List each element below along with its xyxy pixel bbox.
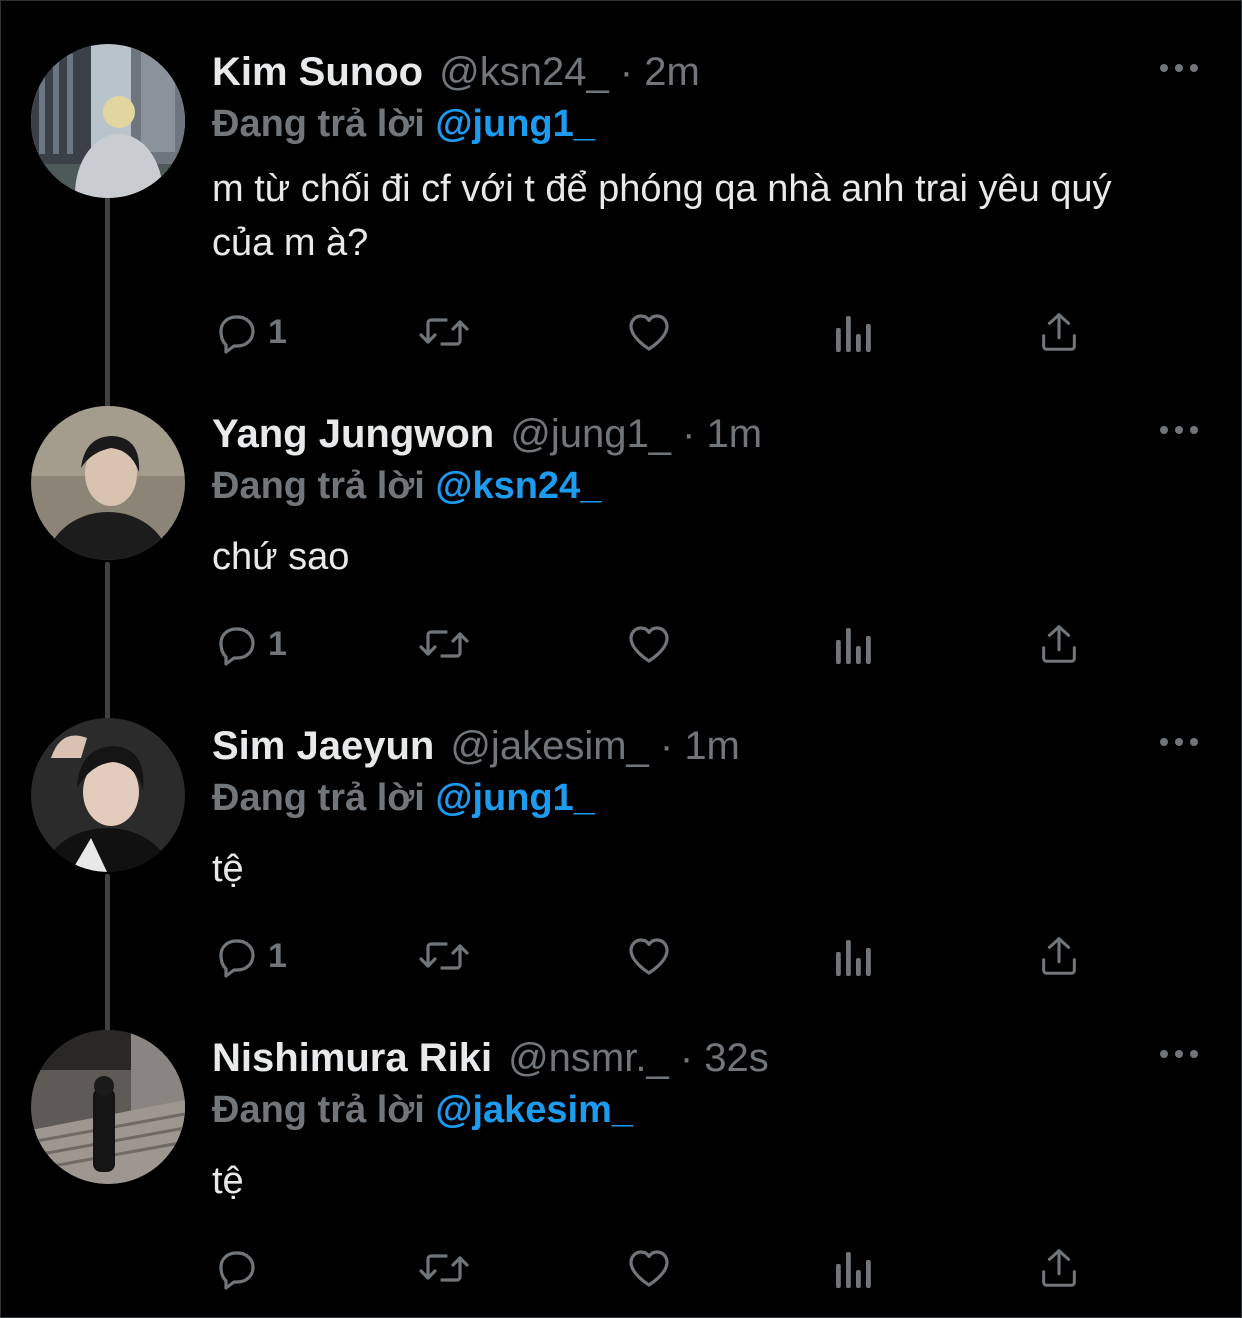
heart-icon xyxy=(624,308,674,356)
thread-line xyxy=(105,874,110,1034)
display-name[interactable]: Sim Jaeyun xyxy=(212,724,434,768)
tweet-header: Nishimura Riki @nsmr._ · 32s xyxy=(212,1034,769,1082)
tweet-text: tệ xyxy=(212,848,244,890)
retweet-icon xyxy=(416,1244,472,1292)
retweet-icon xyxy=(416,308,472,356)
thread-line xyxy=(105,562,110,722)
more-icon[interactable] xyxy=(1158,734,1200,750)
reply-prefix: Đang trả lời xyxy=(212,465,425,507)
mention-link[interactable]: @jakesim_ xyxy=(435,1089,633,1131)
tweet-actions xyxy=(212,1244,1092,1292)
display-name[interactable]: Nishimura Riki xyxy=(212,1036,492,1080)
tweet-actions: 1 xyxy=(212,620,1092,668)
reply-icon xyxy=(212,308,260,356)
share-icon xyxy=(1036,620,1082,668)
tweet-header: Sim Jaeyun @jakesim_ · 1m xyxy=(212,722,740,770)
share-button[interactable] xyxy=(1036,620,1082,668)
replying-to: Đang trả lời @jung1_ xyxy=(212,100,595,148)
retweet-button[interactable] xyxy=(416,932,472,980)
heart-icon xyxy=(624,620,674,668)
share-button[interactable] xyxy=(1036,932,1082,980)
reply-prefix: Đang trả lời xyxy=(212,103,425,145)
handle-and-time[interactable]: @jung1_ · 1m xyxy=(510,412,762,456)
share-button[interactable] xyxy=(1036,308,1082,356)
tweet-text: m từ chối đi cf với t để phóng qa nhà an… xyxy=(212,168,1112,264)
views-button[interactable] xyxy=(832,1244,876,1292)
mention-link[interactable]: @ksn24_ xyxy=(435,465,601,507)
avatar[interactable] xyxy=(31,44,185,198)
views-button[interactable] xyxy=(832,932,876,980)
reply-count: 1 xyxy=(268,312,287,351)
handle-and-time[interactable]: @nsmr._ · 32s xyxy=(508,1036,769,1080)
retweet-icon xyxy=(416,620,472,668)
reply-count: 1 xyxy=(268,936,287,975)
like-button[interactable] xyxy=(624,620,674,668)
like-button[interactable] xyxy=(624,308,674,356)
avatar[interactable] xyxy=(31,406,185,560)
more-icon[interactable] xyxy=(1158,60,1200,76)
replying-to: Đang trả lời @jung1_ xyxy=(212,774,595,822)
reply-prefix: Đang trả lời xyxy=(212,1089,425,1131)
share-icon xyxy=(1036,1244,1082,1292)
retweet-icon xyxy=(416,932,472,980)
like-button[interactable] xyxy=(624,1244,674,1292)
reply-count: 1 xyxy=(268,624,287,663)
mention-link[interactable]: @jung1_ xyxy=(435,777,595,819)
share-icon xyxy=(1036,932,1082,980)
retweet-button[interactable] xyxy=(416,1244,472,1292)
heart-icon xyxy=(624,932,674,980)
like-button[interactable] xyxy=(624,932,674,980)
display-name[interactable]: Kim Sunoo xyxy=(212,50,423,94)
display-name[interactable]: Yang Jungwon xyxy=(212,412,494,456)
analytics-icon xyxy=(832,1244,876,1292)
analytics-icon xyxy=(832,932,876,980)
handle-and-time[interactable]: @ksn24_ · 2m xyxy=(439,50,700,94)
reply-button[interactable] xyxy=(212,1244,268,1292)
analytics-icon xyxy=(832,308,876,356)
avatar[interactable] xyxy=(31,718,185,872)
avatar[interactable] xyxy=(31,1030,185,1184)
reply-icon xyxy=(212,620,260,668)
reply-prefix: Đang trả lời xyxy=(212,777,425,819)
handle-and-time[interactable]: @jakesim_ · 1m xyxy=(450,724,740,768)
more-icon[interactable] xyxy=(1158,422,1200,438)
reply-icon xyxy=(212,1244,260,1292)
tweet-header: Yang Jungwon @jung1_ · 1m xyxy=(212,410,762,458)
tweet-text: tệ xyxy=(212,1160,244,1202)
reply-button[interactable]: 1 xyxy=(212,932,287,980)
views-button[interactable] xyxy=(832,620,876,668)
tweet-header: Kim Sunoo @ksn24_ · 2m xyxy=(212,48,700,96)
tweet-actions: 1 xyxy=(212,932,1092,980)
retweet-button[interactable] xyxy=(416,620,472,668)
reply-icon xyxy=(212,932,260,980)
reply-button[interactable]: 1 xyxy=(212,308,287,356)
views-button[interactable] xyxy=(832,308,876,356)
replying-to: Đang trả lời @jakesim_ xyxy=(212,1086,633,1134)
share-button[interactable] xyxy=(1036,1244,1082,1292)
analytics-icon xyxy=(832,620,876,668)
tweet-actions: 1 xyxy=(212,308,1092,356)
retweet-button[interactable] xyxy=(416,308,472,356)
heart-icon xyxy=(624,1244,674,1292)
thread-line xyxy=(105,196,110,410)
reply-button[interactable]: 1 xyxy=(212,620,287,668)
tweet-text: chứ sao xyxy=(212,536,350,578)
mention-link[interactable]: @jung1_ xyxy=(435,103,595,145)
share-icon xyxy=(1036,308,1082,356)
more-icon[interactable] xyxy=(1158,1046,1200,1062)
replying-to: Đang trả lời @ksn24_ xyxy=(212,462,601,510)
